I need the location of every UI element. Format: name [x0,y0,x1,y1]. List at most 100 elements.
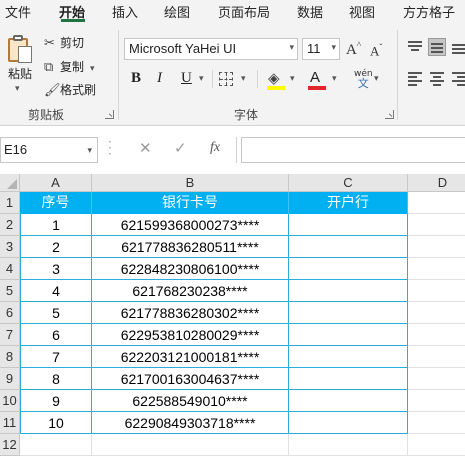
align-top-icon[interactable] [406,38,424,56]
cell-bank[interactable] [289,302,408,324]
grid-cell[interactable] [408,280,465,302]
select-all-corner[interactable] [0,174,20,192]
cell-index[interactable]: 7 [20,346,92,368]
grid-cell[interactable] [408,434,465,456]
cell-card-number[interactable]: 621700163004637**** [92,368,289,390]
cell-bank[interactable] [289,346,408,368]
cell-card-number[interactable]: 621778836280511**** [92,236,289,258]
grid-cell[interactable] [289,434,408,456]
underline-dropdown-icon[interactable]: ▾ [199,74,204,84]
row-header[interactable]: 1 [0,192,20,214]
cell-index[interactable]: 2 [20,236,92,258]
cell-index[interactable]: 10 [20,412,92,434]
formula-input[interactable] [241,137,465,163]
underline-button[interactable]: U [181,70,192,87]
name-box[interactable]: E16 ▾ [0,137,98,163]
row-header[interactable]: 8 [0,346,20,368]
cell-index[interactable]: 3 [20,258,92,280]
grid-cell[interactable] [408,302,465,324]
grid-cell[interactable] [408,258,465,280]
row-header[interactable]: 4 [0,258,20,280]
align-left-icon[interactable] [406,70,424,88]
grid-cell[interactable] [408,236,465,258]
row-header[interactable]: 12 [0,434,20,456]
cell-bank[interactable] [289,236,408,258]
grid-cell[interactable] [408,324,465,346]
increase-font-size-button[interactable]: A^ [346,40,361,59]
chevron-down-icon[interactable]: ▾ [331,42,336,53]
row-header[interactable]: 9 [0,368,20,390]
cell-index[interactable]: 1 [20,214,92,236]
header-cell-card-number[interactable]: 银行卡号 [92,192,289,214]
align-bottom-icon[interactable] [450,38,465,56]
cell-card-number[interactable]: 621768230238**** [92,280,289,302]
tab-file[interactable]: 文件 [5,2,31,21]
tab-data[interactable]: 数据 [297,2,323,21]
tab-draw[interactable]: 绘图 [164,2,190,21]
formula-bar-resize-handle[interactable]: · · · [108,136,112,160]
paste-button[interactable]: 粘贴 [8,65,32,82]
row-header[interactable]: 6 [0,302,20,324]
align-right-icon[interactable] [450,70,465,88]
paste-dropdown-icon[interactable]: ▾ [15,84,20,94]
paste-icon[interactable] [6,34,34,64]
row-header[interactable]: 7 [0,324,20,346]
cell-bank[interactable] [289,280,408,302]
cell-index[interactable]: 5 [20,302,92,324]
cell-card-number[interactable]: 622203121000181**** [92,346,289,368]
tab-page-layout[interactable]: 页面布局 [218,2,270,21]
align-middle-icon[interactable] [428,38,446,56]
cancel-icon[interactable]: ✕ [139,139,152,157]
font-size-select[interactable]: 11 ▾ [302,38,340,60]
header-cell-bank[interactable]: 开户行 [289,192,408,214]
font-color-dropdown-icon[interactable]: ▾ [332,74,337,84]
chevron-down-icon[interactable]: ▾ [87,145,92,156]
grid-cell[interactable] [20,434,92,456]
cell-bank[interactable] [289,324,408,346]
cell-index[interactable]: 8 [20,368,92,390]
grid-cell[interactable] [408,192,465,214]
italic-button[interactable]: I [157,70,162,87]
copy-dropdown-icon[interactable]: ▾ [90,64,95,74]
font-name-select[interactable]: Microsoft YaHei UI ▾ [124,38,298,60]
cell-bank[interactable] [289,214,408,236]
grid-cell[interactable] [408,368,465,390]
cell-bank[interactable] [289,390,408,412]
cell-card-number[interactable]: 62290849303718**** [92,412,289,434]
cell-index[interactable]: 4 [20,280,92,302]
row-header[interactable]: 3 [0,236,20,258]
copy-button[interactable]: ⧉ 复制 ▾ [44,58,95,75]
cell-card-number[interactable]: 621778836280302**** [92,302,289,324]
grid-cell[interactable] [92,434,289,456]
borders-icon[interactable] [219,72,233,86]
tab-insert[interactable]: 插入 [112,2,138,21]
cell-card-number[interactable]: 622588549010**** [92,390,289,412]
row-header[interactable]: 2 [0,214,20,236]
align-center-icon[interactable] [428,70,446,88]
font-launcher-icon[interactable] [385,110,394,119]
grid-cell[interactable] [408,346,465,368]
cell-bank[interactable] [289,412,408,434]
column-header-d[interactable]: D [408,174,465,192]
row-header[interactable]: 11 [0,412,20,434]
cut-button[interactable]: ✂ 剪切 [44,34,84,51]
column-header-c[interactable]: C [289,174,408,192]
cell-index[interactable]: 9 [20,390,92,412]
column-header-a[interactable]: A [20,174,92,192]
clipboard-launcher-icon[interactable] [105,110,114,119]
tab-fangfanggezi[interactable]: 方方格子 [403,2,455,21]
cell-bank[interactable] [289,368,408,390]
font-color-button[interactable]: A [310,69,320,86]
row-header[interactable]: 5 [0,280,20,302]
grid-cell[interactable] [408,390,465,412]
insert-function-button[interactable]: fx [210,140,220,156]
cell-bank[interactable] [289,258,408,280]
phonetic-dropdown-icon[interactable]: ▾ [374,74,379,84]
cell-card-number[interactable]: 622848230806100**** [92,258,289,280]
cell-card-number[interactable]: 622953810280029**** [92,324,289,346]
cell-card-number[interactable]: 621599368000273**** [92,214,289,236]
grid-cell[interactable] [408,214,465,236]
phonetic-guide-icon[interactable]: wén 文 [354,69,373,89]
fill-color-icon[interactable]: ◈ [268,69,280,87]
fill-color-dropdown-icon[interactable]: ▾ [290,74,295,84]
